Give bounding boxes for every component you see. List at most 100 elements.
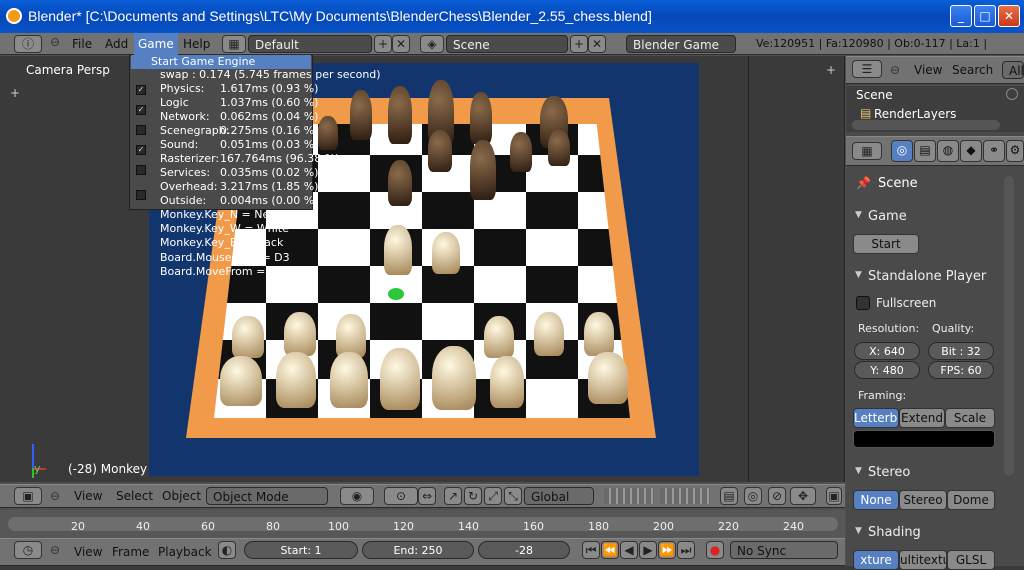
chess-piece-white[interactable] (220, 356, 262, 406)
chess-piece-black[interactable] (510, 132, 532, 172)
menu-checkbox[interactable] (136, 165, 146, 175)
mode-select[interactable]: Object Mode (206, 487, 328, 505)
prev-keyframe-icon[interactable]: ⏪ (601, 541, 619, 559)
editor-type-icon[interactable]: ⓘ (14, 35, 42, 53)
chess-piece-white[interactable] (284, 312, 316, 356)
start-game-button[interactable]: Start (853, 234, 919, 254)
collapse-icon[interactable]: ⊖ (50, 35, 60, 49)
jump-end-icon[interactable]: ⏭ (677, 541, 695, 559)
panel-expand-icon[interactable]: ▼ (855, 526, 862, 536)
view3d-menu-view[interactable]: View (74, 484, 102, 508)
properties-scrollbar[interactable] (1004, 176, 1014, 476)
view3d-menu-select[interactable]: Select (116, 484, 153, 508)
stereo-none-button[interactable]: None (853, 490, 899, 510)
view3d-menu-object[interactable]: Object (162, 484, 201, 508)
framing-scale-button[interactable]: Scale (945, 408, 995, 428)
stereo-stereo-button[interactable]: Stereo (899, 490, 947, 510)
start-game-engine-item[interactable]: Start Game Engine (131, 55, 311, 69)
shading-multitexture-button[interactable]: ultitextu (899, 550, 947, 570)
scene-tab-icon[interactable]: ◍ (937, 140, 959, 162)
chess-piece-black[interactable] (428, 130, 452, 172)
layer-lock-icon[interactable]: ▤ (720, 487, 738, 505)
pin-icon[interactable]: 📌 (856, 176, 871, 190)
shading-glsl-button[interactable]: GLSL (947, 550, 995, 570)
standalone-panel-header[interactable]: Standalone Player (850, 266, 1000, 288)
chess-piece-black[interactable] (470, 92, 492, 144)
chess-piece-white[interactable] (330, 352, 368, 408)
outliner-scrollbar[interactable] (1006, 88, 1018, 100)
shading-panel-header[interactable]: Shading (850, 522, 1000, 544)
scale-icon[interactable]: ⤡ (504, 487, 522, 505)
chess-piece-white[interactable] (276, 352, 316, 408)
chess-piece-white[interactable] (380, 348, 420, 410)
menu-checkbox[interactable]: ✓ (136, 85, 146, 95)
start-frame-field[interactable]: Start: 1 (244, 541, 358, 559)
manipulator-icon[interactable]: ⇔ (418, 487, 436, 505)
outliner-menu-view[interactable]: View (914, 58, 942, 82)
screen-layout-icon[interactable]: ▦ (222, 35, 246, 53)
chess-piece-black[interactable] (318, 116, 338, 150)
render-engine-select[interactable]: Blender Game (626, 35, 736, 53)
chess-piece-white[interactable] (484, 316, 514, 358)
layers-grid[interactable] (660, 488, 710, 504)
outliner-item-renderlayers[interactable]: RenderLayers (874, 107, 956, 121)
record-icon[interactable]: ● (706, 541, 724, 559)
framing-color-swatch[interactable] (853, 430, 995, 448)
editor-type-icon[interactable]: ☰ (852, 60, 882, 78)
snap-element-icon[interactable]: ✥ (790, 487, 816, 505)
game-panel-header[interactable]: Game (850, 206, 1000, 228)
editor-type-icon[interactable]: ▣ (14, 487, 42, 505)
render-icon[interactable]: ▣ (826, 487, 842, 505)
maximize-button[interactable]: □ (974, 5, 996, 27)
framing-letterbox-button[interactable]: Letterbo (853, 408, 899, 428)
panel-expand-icon[interactable]: ▼ (855, 210, 862, 220)
framing-extend-button[interactable]: Extend (899, 408, 945, 428)
menu-game[interactable]: Game (134, 33, 178, 55)
close-button[interactable]: ✕ (998, 5, 1020, 27)
menu-checkbox[interactable] (136, 190, 146, 200)
plus-icon[interactable]: + (10, 86, 20, 100)
panel-expand-icon[interactable]: ▼ (855, 270, 862, 280)
next-keyframe-icon[interactable]: ⏩ (658, 541, 676, 559)
chess-piece-black[interactable] (470, 140, 496, 200)
bit-depth-field[interactable]: Bit : 32 (928, 342, 994, 360)
scale-icon[interactable]: ⤢ (484, 487, 502, 505)
end-frame-field[interactable]: End: 250 (362, 541, 474, 559)
stereo-dome-button[interactable]: Dome (947, 490, 995, 510)
chess-piece-white[interactable] (432, 232, 460, 274)
chess-piece-white[interactable] (384, 225, 412, 275)
layers-grid[interactable] (604, 488, 654, 504)
menu-checkbox[interactable]: ✓ (136, 145, 146, 155)
rotate-icon[interactable]: ↻ (464, 487, 482, 505)
outliner-menu-search[interactable]: Search (952, 58, 993, 82)
play-icon[interactable]: ▶ (639, 541, 657, 559)
chess-piece-black[interactable] (350, 90, 372, 140)
scene-icon[interactable]: ◈ (420, 35, 444, 53)
chess-piece-white[interactable] (232, 316, 264, 358)
current-frame-field[interactable]: -28 (478, 541, 570, 559)
play-reverse-icon[interactable]: ◀ (620, 541, 638, 559)
viewport-shading-icon[interactable]: ◉ (340, 487, 374, 505)
orientation-select[interactable]: Global (524, 487, 594, 505)
menu-checkbox[interactable]: ✓ (136, 105, 146, 115)
render-tab-icon[interactable]: ◎ (891, 140, 913, 162)
editor-type-icon[interactable]: ▦ (852, 142, 882, 160)
chess-piece-white[interactable] (432, 346, 476, 410)
shading-texture-face-button[interactable]: xture Fa (853, 550, 899, 570)
fullscreen-checkbox[interactable] (856, 296, 870, 310)
resolution-y-field[interactable]: Y: 480 (854, 361, 920, 379)
proportional-edit-icon[interactable]: ◎ (744, 487, 762, 505)
menu-file[interactable]: File (72, 33, 92, 55)
remove-scene-icon[interactable]: ✕ (588, 35, 606, 53)
chess-piece-black[interactable] (548, 130, 570, 166)
translate-icon[interactable]: ↗ (444, 487, 462, 505)
object-tab-icon[interactable]: ⚭ (983, 140, 1005, 162)
fps-field[interactable]: FPS: 60 (928, 361, 994, 379)
collapse-icon[interactable]: ⊖ (890, 63, 900, 77)
timeline-menu-view[interactable]: View (74, 540, 102, 564)
chess-piece-white[interactable] (588, 352, 628, 404)
chess-piece-white[interactable] (490, 356, 524, 408)
outliner-filter-select[interactable]: All (1002, 61, 1024, 79)
chess-piece-white[interactable] (534, 312, 564, 356)
menu-help[interactable]: Help (183, 33, 210, 55)
